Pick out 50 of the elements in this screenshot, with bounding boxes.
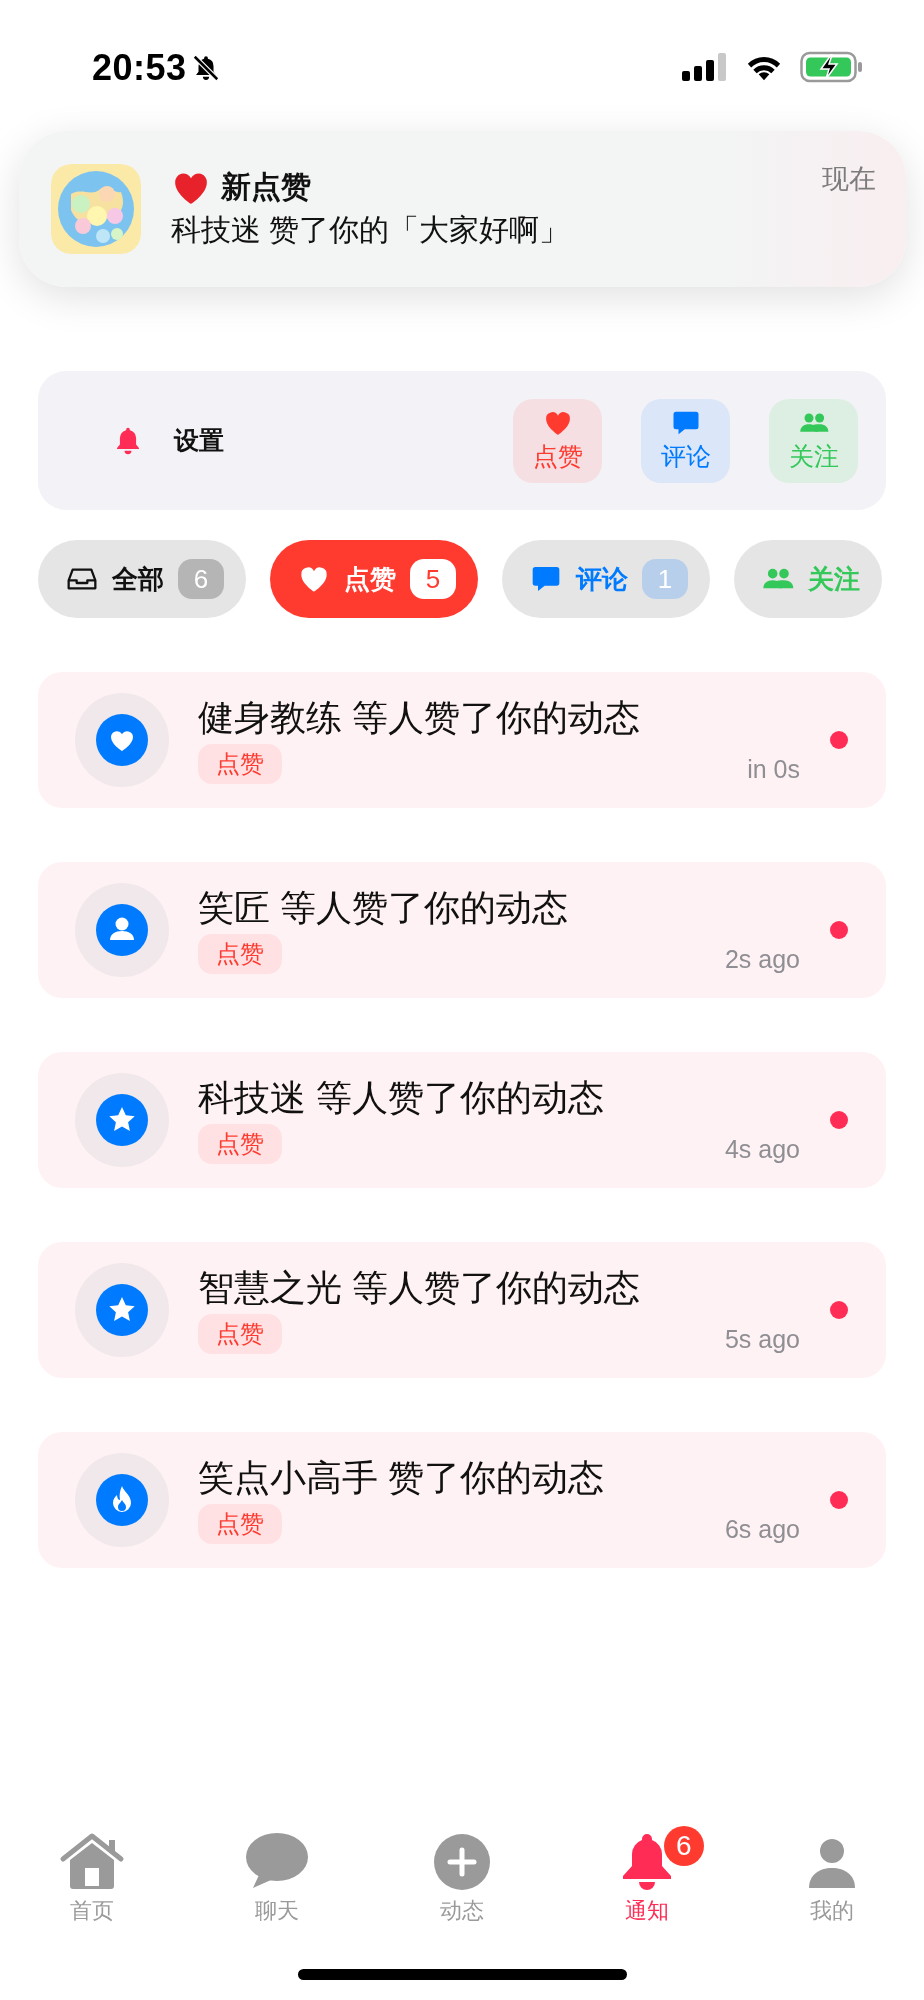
plus-circle-icon — [434, 1834, 490, 1890]
count-badge: 5 — [410, 559, 456, 599]
flame-icon — [96, 1474, 148, 1526]
signal-icon — [682, 53, 728, 81]
notification-time: 6s ago — [724, 1514, 800, 1544]
filter-chip[interactable]: 全部 6 — [38, 540, 246, 618]
shortcut-button[interactable]: 点赞 — [513, 398, 602, 483]
notification-card[interactable]: 笑匠 等人赞了你的动态 点赞 2s ago — [38, 862, 886, 998]
notification-title: 健身教练 等人赞了你的动态 — [198, 696, 641, 740]
filter-chip[interactable]: 评论 1 — [502, 540, 710, 618]
like-tag: 点赞 — [198, 1503, 282, 1544]
shortcut-button[interactable]: 关注 — [769, 398, 858, 483]
notification-banner[interactable]: 新点赞 科技迷 赞了你的「大家好啊」 现在 — [19, 131, 906, 287]
notification-time: 4s ago — [724, 1134, 800, 1164]
notification-title: 笑点小高手 赞了你的动态 — [198, 1456, 605, 1500]
notification-card[interactable]: 智慧之光 等人赞了你的动态 点赞 5s ago — [38, 1242, 886, 1378]
battery-icon — [800, 51, 864, 83]
tab-item[interactable]: 聊天 — [184, 1822, 370, 1926]
notification-title: 智慧之光 等人赞了你的动态 — [198, 1266, 641, 1310]
notification-time: in 0s — [747, 754, 800, 784]
like-tag: 点赞 — [198, 933, 282, 974]
like-tag: 点赞 — [198, 1313, 282, 1354]
status-time: 20:53 — [92, 47, 187, 89]
home-icon — [59, 1832, 126, 1890]
notification-title: 笑匠 等人赞了你的动态 — [198, 886, 569, 930]
filter-chip[interactable]: 点赞 5 — [270, 540, 478, 618]
notification-title: 科技迷 等人赞了你的动态 — [198, 1076, 605, 1120]
banner-message: 科技迷 赞了你的「大家好啊」 — [171, 212, 571, 248]
bell-icon — [114, 425, 142, 456]
notification-badge: 6 — [663, 1826, 704, 1866]
tab-item[interactable]: 6 通知 — [554, 1822, 740, 1926]
notification-card[interactable]: 健身教练 等人赞了你的动态 点赞 in 0s — [38, 672, 886, 808]
notification-time: 2s ago — [724, 944, 800, 974]
settings-label[interactable]: 设置 — [174, 424, 224, 457]
notification-time: 5s ago — [724, 1324, 800, 1354]
notification-card[interactable]: 笑点小高手 赞了你的动态 点赞 6s ago — [38, 1432, 886, 1568]
notification-card[interactable]: 科技迷 等人赞了你的动态 点赞 4s ago — [38, 1052, 886, 1188]
tab-item[interactable]: 动态 — [369, 1822, 555, 1926]
speech-bubble-icon — [245, 1832, 310, 1890]
count-badge: 6 — [178, 559, 224, 599]
tab-item[interactable]: 首页 — [0, 1822, 185, 1926]
like-tag: 点赞 — [198, 743, 282, 784]
person-icon — [807, 1838, 856, 1890]
banner-title: 新点赞 — [221, 169, 311, 205]
tab-item[interactable]: 我的 — [739, 1822, 924, 1926]
banner-time: 现在 — [822, 163, 876, 196]
person-icon — [96, 904, 148, 956]
shortcut-button[interactable]: 评论 — [641, 398, 730, 483]
count-badge: 1 — [642, 559, 688, 599]
like-tag: 点赞 — [198, 1123, 282, 1164]
